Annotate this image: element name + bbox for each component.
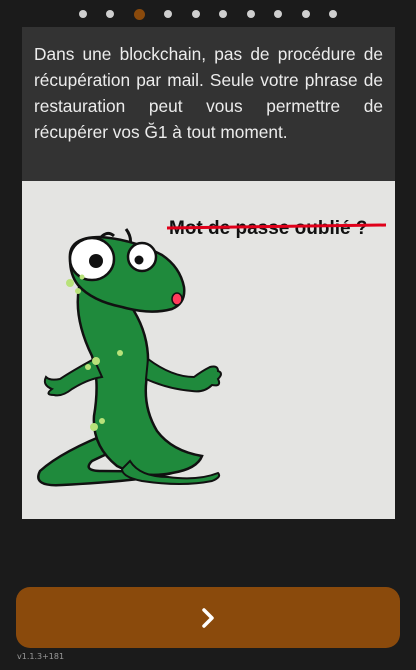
chevron-right-icon: [202, 607, 214, 628]
gecko-illustration: Mot de passe oublié ?: [37, 218, 387, 487]
onboarding-card: Dans une blockchain, pas de procédure de…: [22, 27, 395, 519]
next-button[interactable]: [16, 587, 400, 648]
page-dot-active[interactable]: [133, 8, 145, 20]
page-dot[interactable]: [301, 10, 310, 18]
page-indicator: [0, 8, 416, 20]
page-dot[interactable]: [219, 10, 228, 18]
page-dot[interactable]: [329, 10, 338, 18]
version-label: v1.1.3+181: [17, 652, 65, 661]
page-dot[interactable]: [246, 10, 255, 18]
page-dot[interactable]: [78, 10, 87, 18]
page-dot[interactable]: [274, 10, 283, 18]
forgot-password-illustration: Mot de passe oublié ?: [22, 181, 395, 519]
page-dot[interactable]: [106, 10, 115, 18]
page-dot[interactable]: [191, 10, 200, 18]
slide-text: Dans une blockchain, pas de procédure de…: [34, 44, 383, 142]
page-dot[interactable]: [164, 10, 173, 18]
